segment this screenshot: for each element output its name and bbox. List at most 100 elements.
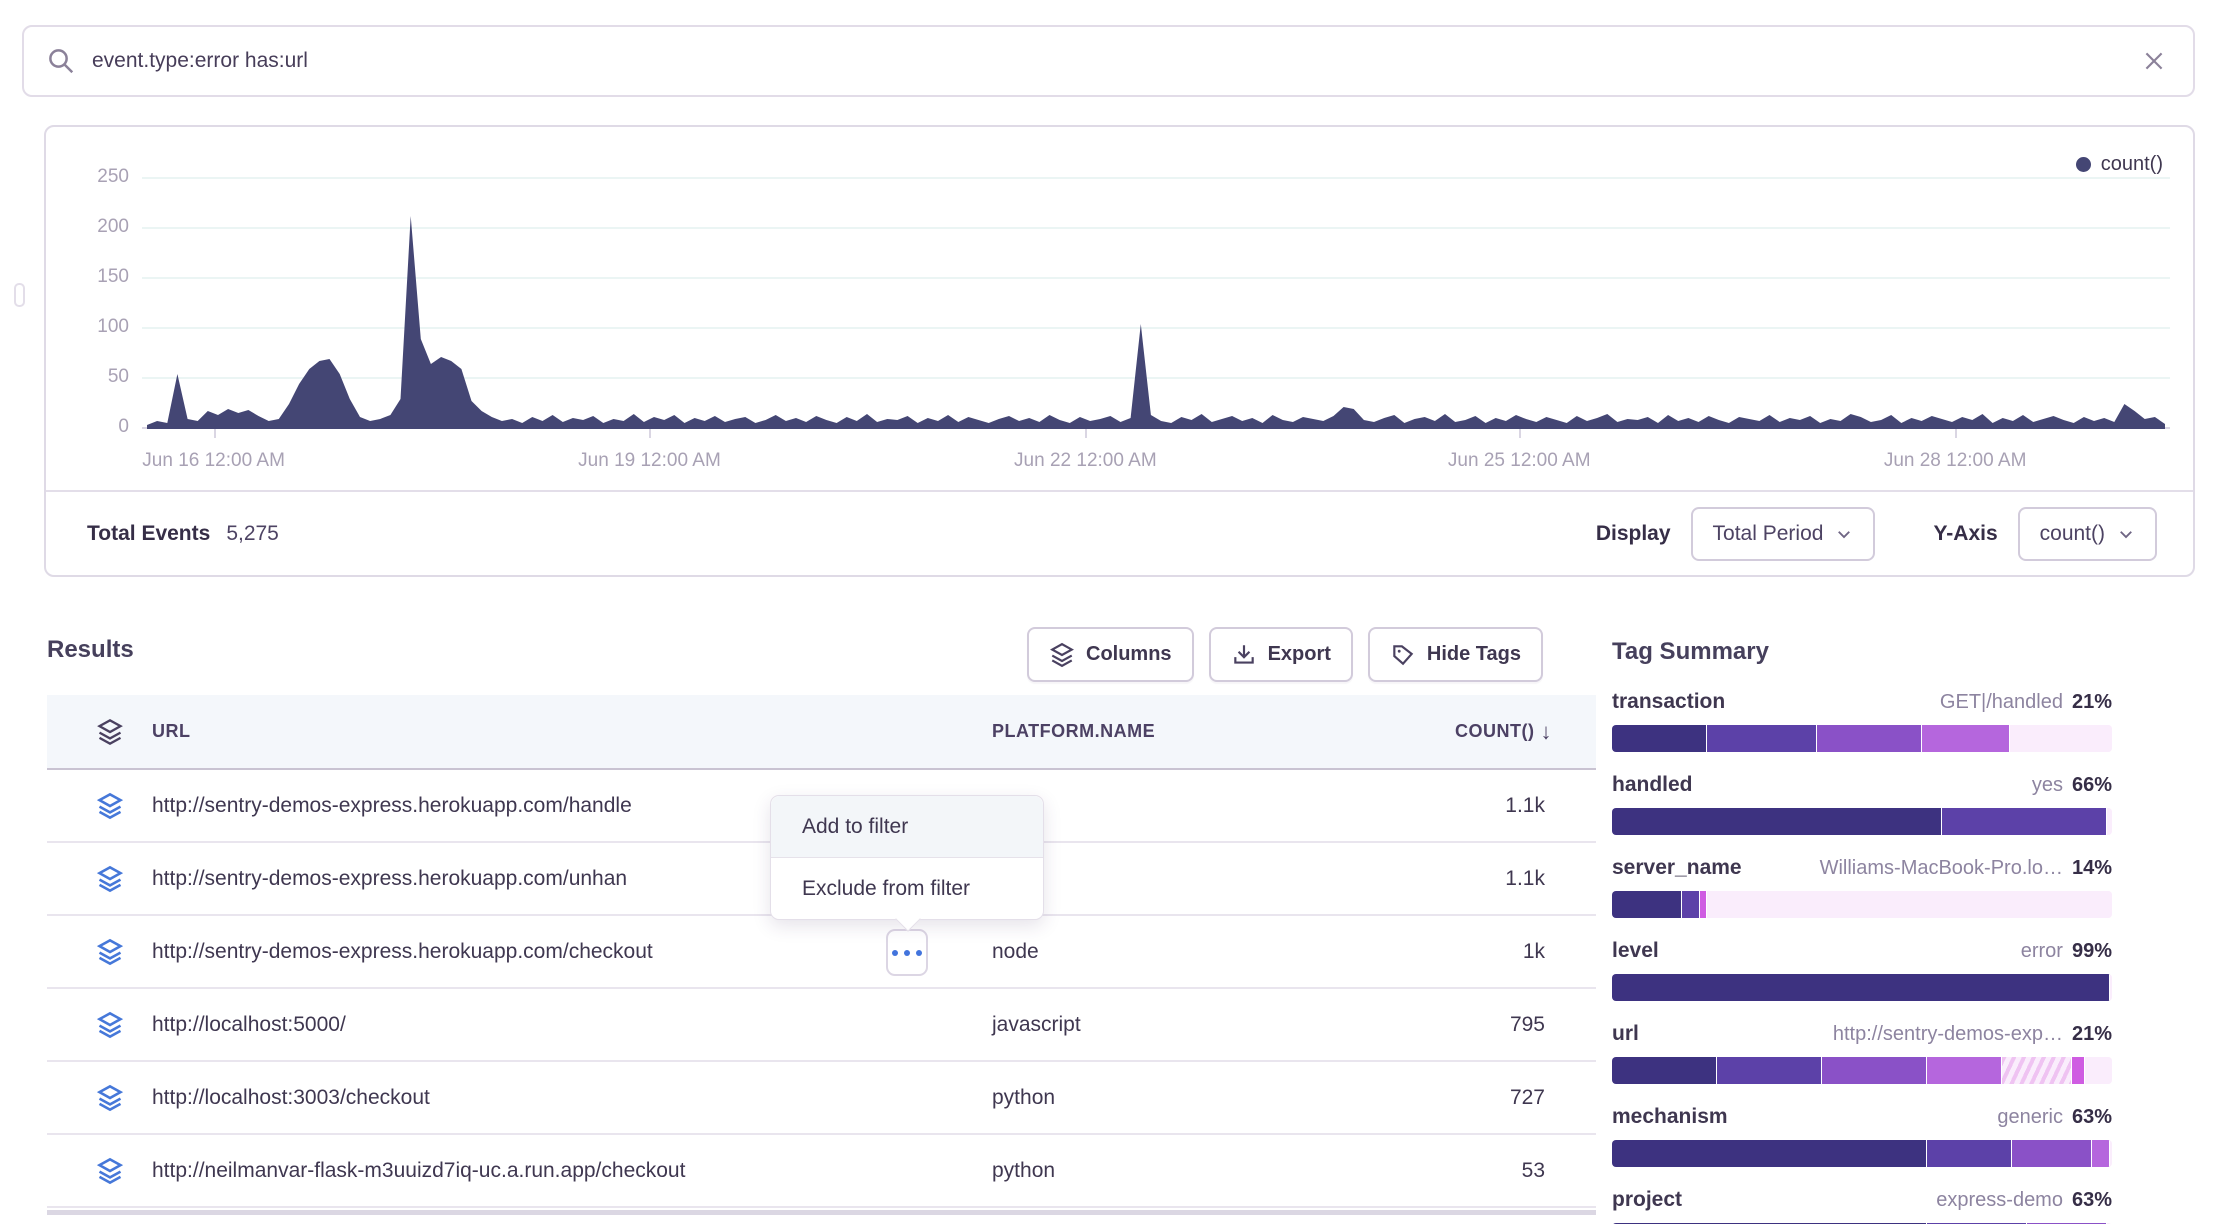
tag-name: mechanism	[1612, 1105, 1728, 1129]
tag-bar-segment	[1822, 1057, 1927, 1084]
hide-tags-button[interactable]: Hide Tags	[1368, 627, 1543, 682]
tag-top-percent: 14%	[2072, 857, 2112, 880]
stack-icon	[96, 1157, 124, 1185]
tag-bar-segment	[2107, 808, 2112, 835]
columns-button[interactable]: Columns	[1027, 627, 1194, 682]
tag-top-value: http://sentry-demos-exp…	[1833, 1023, 2063, 1046]
column-header-count[interactable]: COUNT() ↓	[1455, 719, 1552, 745]
tag-bar-segment	[2092, 1140, 2110, 1167]
tag-top-percent: 63%	[2072, 1189, 2112, 1212]
tag-bar-segment	[1922, 725, 2010, 752]
tag-bar-segment	[1942, 808, 2107, 835]
cell-context-menu: Add to filter Exclude from filter	[770, 795, 1044, 920]
chart-footer: Total Events 5,275 Display Total Period …	[46, 490, 2193, 575]
count-cell[interactable]: 1k	[1523, 940, 1545, 964]
count-cell[interactable]: 1.1k	[1505, 867, 1545, 891]
tag-icon	[1390, 642, 1416, 668]
tag-top-percent: 21%	[2072, 1023, 2112, 1046]
tag-name: handled	[1612, 773, 1693, 797]
tag-distribution-bar[interactable]	[1612, 1057, 2112, 1084]
column-header-platform[interactable]: PLATFORM.NAME	[992, 721, 1155, 742]
url-cell[interactable]: http://localhost:3003/checkout	[152, 1086, 430, 1110]
platform-cell[interactable]: python	[992, 1159, 1055, 1183]
y-axis-tick-label: 50	[69, 366, 129, 388]
display-dropdown[interactable]: Total Period	[1691, 507, 1876, 561]
tag-top-percent: 66%	[2072, 774, 2112, 797]
search-icon	[46, 46, 76, 76]
y-axis-tick-label: 200	[69, 216, 129, 238]
tag-bar-segment	[1707, 891, 2112, 918]
stack-icon	[96, 865, 124, 893]
table-row[interactable]: http://sentry-demos-express.herokuapp.co…	[47, 916, 1596, 989]
x-axis-tick-label: Jun 16 12:00 AM	[142, 450, 285, 472]
search-bar[interactable]: event.type:error has:url	[22, 25, 2195, 97]
platform-cell[interactable]: python	[992, 1086, 1055, 1110]
tag-top-percent: 99%	[2072, 940, 2112, 963]
x-axis-tick-label: Jun 19 12:00 AM	[578, 450, 721, 472]
url-cell[interactable]: http://neilmanvar-flask-m3uuizd7iq-uc.a.…	[152, 1159, 685, 1183]
stack-icon	[96, 1084, 124, 1112]
tag-bar-segment	[1700, 891, 1708, 918]
count-cell[interactable]: 53	[1522, 1159, 1545, 1183]
tag-bar-segment	[2072, 1057, 2085, 1084]
column-header-count-label: COUNT()	[1455, 721, 1534, 742]
tag-distribution-bar[interactable]	[1612, 725, 2112, 752]
search-query-input[interactable]: event.type:error has:url	[92, 49, 2141, 73]
tag-bar-segment	[2110, 1140, 2113, 1167]
tag-distribution-bar[interactable]	[1612, 1140, 2112, 1167]
tag-bar-segment	[1612, 725, 1707, 752]
count-cell[interactable]: 795	[1510, 1013, 1545, 1037]
tag-row: mechanism generic 63%	[1612, 1105, 2112, 1167]
tag-name: project	[1612, 1188, 1682, 1212]
y-axis-tick-label: 100	[69, 316, 129, 338]
table-header-row: URL PLATFORM.NAME COUNT() ↓	[47, 695, 1596, 770]
tag-distribution-bar[interactable]	[1612, 808, 2112, 835]
tag-row: transaction GET|/handled 21%	[1612, 690, 2112, 752]
table-row[interactable]: http://localhost:3003/checkout python 72…	[47, 1062, 1596, 1135]
tag-distribution-bar[interactable]	[1612, 974, 2112, 1001]
tag-top-value: Williams-MacBook-Pro.lo…	[1820, 857, 2063, 880]
platform-cell[interactable]: node	[992, 940, 1039, 964]
url-cell[interactable]: http://localhost:5000/	[152, 1013, 346, 1037]
add-to-filter-item[interactable]: Add to filter	[771, 796, 1043, 857]
tag-bar-segment	[1707, 725, 1817, 752]
count-cell[interactable]: 727	[1510, 1086, 1545, 1110]
tag-summary-title: Tag Summary	[1612, 638, 2112, 666]
tag-distribution-bar[interactable]	[1612, 891, 2112, 918]
y-axis-tick-label: 0	[69, 416, 129, 438]
tag-top-percent: 21%	[2072, 691, 2112, 714]
export-button[interactable]: Export	[1209, 627, 1353, 682]
tag-bar-segment	[2110, 974, 2113, 1001]
url-cell[interactable]: http://sentry-demos-express.herokuapp.co…	[152, 867, 627, 891]
tag-bar-segment	[1717, 1057, 1822, 1084]
tag-bar-segment	[1612, 1057, 1717, 1084]
panel-drag-handle[interactable]	[14, 283, 25, 307]
url-cell[interactable]: http://sentry-demos-express.herokuapp.co…	[152, 794, 632, 818]
count-cell[interactable]: 1.1k	[1505, 794, 1545, 818]
tag-bar-segment	[1817, 725, 1922, 752]
tag-row: handled yes 66%	[1612, 773, 2112, 835]
row-actions-button[interactable]	[886, 929, 928, 976]
display-dropdown-value: Total Period	[1713, 522, 1824, 546]
tag-bar-segment	[2085, 1057, 2113, 1084]
url-cell[interactable]: http://sentry-demos-express.herokuapp.co…	[152, 940, 653, 964]
tag-name: transaction	[1612, 690, 1725, 714]
close-icon[interactable]	[2141, 48, 2167, 74]
stack-icon	[1049, 642, 1075, 668]
events-chart-card: count() 250 200 150 100 50 0 Jun 16 12:00 AM Ju…	[44, 125, 2195, 577]
tag-bar-segment	[2010, 725, 2113, 752]
tag-bar-segment	[1682, 891, 1700, 918]
columns-button-label: Columns	[1086, 643, 1172, 666]
y-axis-tick-label: 250	[69, 166, 129, 188]
tag-bar-segment	[2002, 1057, 2072, 1084]
y-axis-tick-label: 150	[69, 266, 129, 288]
table-row[interactable]: http://localhost:5000/ javascript 795	[47, 989, 1596, 1062]
platform-cell[interactable]: javascript	[992, 1013, 1081, 1037]
y-axis-dropdown[interactable]: count()	[2018, 507, 2157, 561]
tag-bar-segment	[1612, 808, 1942, 835]
table-row[interactable]: http://neilmanvar-flask-m3uuizd7iq-uc.a.…	[47, 1135, 1596, 1208]
tag-bar-segment	[1927, 1057, 2002, 1084]
download-icon	[1231, 642, 1257, 668]
column-header-url[interactable]: URL	[152, 721, 191, 742]
results-toolbar: Columns Export Hide Tags	[1027, 627, 1543, 682]
